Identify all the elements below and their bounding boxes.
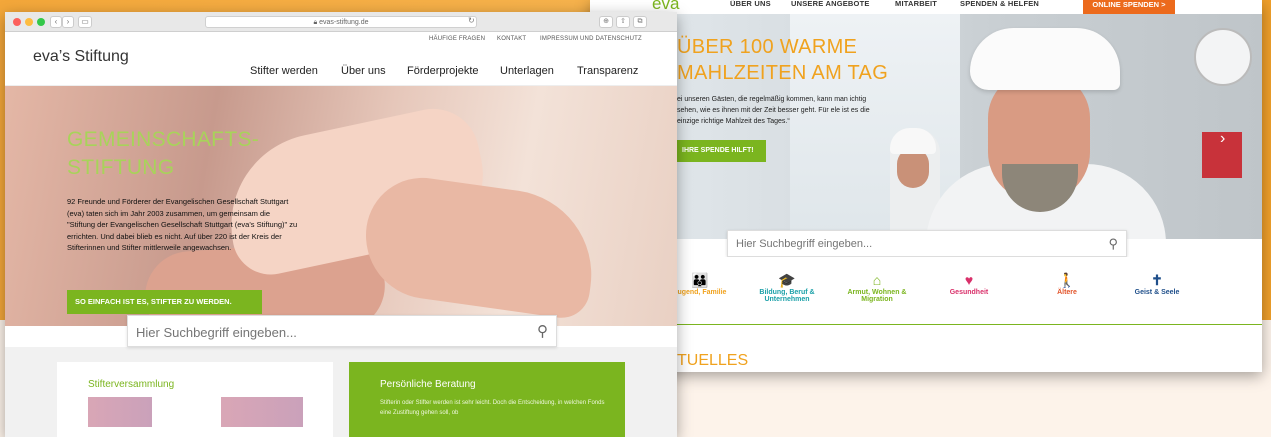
category-label: Gesundheit [949,289,989,296]
heart-icon: ♥ [964,272,974,288]
right-hero-title-line2: MAHLZEITEN AM TAG [677,62,889,84]
download-icon[interactable]: ⊕ [599,16,613,28]
category-bildung[interactable]: 🎓 Bildung, Beruf & Unternehmen [742,271,832,303]
right-hero-title-line1: ÜBER 100 WARME [677,36,858,58]
hero-image-hands: GEMEINSCHAFTS- STIFTUNG 92 Freunde und F… [5,86,677,326]
url-text: evas-stiftung.de [319,19,369,26]
reload-icon[interactable]: ↻ [468,16,475,25]
back-arrow-icon[interactable]: ‹ [50,16,62,28]
card-persoenliche-beratung[interactable]: Persönliche Beratung Stifterin oder Stif… [349,362,625,437]
right-top-navigation: eva ÜBER UNS UNSERE ANGEBOTE MITARBEIT S… [590,0,1262,14]
nav-unsere-angebote[interactable]: UNSERE ANGEBOTE [791,0,870,8]
nav-mitarbeit[interactable]: MITARBEIT [895,0,937,8]
aktuelles-heading: TUELLES [677,352,749,369]
online-spenden-button[interactable]: ONLINE SPENDEN > [1083,0,1175,14]
photo-thumbnail [221,397,303,427]
slider-next-arrow-icon[interactable]: › [1220,130,1225,148]
category-armut[interactable]: ⌂ Armut, Wohnen & Migration [832,271,922,303]
card-title: Persönliche Beratung [380,379,476,390]
nav-ueber-uns[interactable]: ÜBER UNS [730,0,771,8]
left-search-box: ⚲ [127,315,557,347]
search-icon[interactable]: ⚲ [1108,236,1118,252]
wall-clock [1194,28,1252,86]
graduation-cap-icon: 🎓 [778,272,796,288]
right-hero-text: ei unseren Gästen, die regelmäßig kommen… [677,96,870,125]
right-website-window: › eva ÜBER UNS UNSERE ANGEBOTE MITARBEIT… [590,0,1262,372]
card-title: Stifterversammlung [88,379,175,390]
background-cook-cap [890,128,936,154]
nav-spenden-helfen[interactable]: SPENDEN & HELFEN [960,0,1039,8]
nav-foerderprojekte[interactable]: Förderprojekte [407,65,479,77]
category-label: Armut, Wohnen & Migration [847,289,907,303]
search-icon[interactable]: ⚲ [537,322,548,340]
evas-stiftung-logo[interactable]: eva’s Stiftung [33,48,129,66]
content-section: Stifterversammlung Persönliche Beratung … [5,347,677,437]
nav-transparenz[interactable]: Transparenz [577,65,638,77]
cross-icon: ✝ [1151,272,1163,288]
category-aeltere[interactable]: 🚶 Ältere [1022,271,1112,296]
category-bar: 👪 Jugend, Familie 🎓 Bildung, Beruf & Unt… [590,257,1262,325]
lock-icon: 🔒︎ [313,19,318,26]
left-hero-text: 92 Freunde und Förderer der Evangelische… [67,197,298,253]
left-browser-window: ‹ › ▭ 🔒︎ evas-stiftung.de ↻ ⊕ ⇧ ⧉ eva’s … [5,12,677,437]
walking-person-icon: 🚶 [1058,272,1076,288]
left-hero-title: GEMEINSCHAFTS- STIFTUNG [67,126,259,182]
category-label: Bildung, Beruf & Unternehmen [759,289,815,303]
address-bar[interactable]: 🔒︎ evas-stiftung.de [205,16,477,28]
close-window-button[interactable] [13,18,21,26]
left-hero-title-line2: STIFTUNG [67,156,175,179]
category-geist-seele[interactable]: ✝ Geist & Seele [1112,271,1202,296]
forward-arrow-icon[interactable]: › [62,16,74,28]
link-kontakt[interactable]: KONTAKT [497,36,526,42]
right-search-input[interactable] [736,236,1096,252]
sidebar-icon[interactable]: ▭ [78,16,92,28]
ihre-spende-hilft-button[interactable]: IHRE SPENDE HILFT! [676,140,766,162]
maximize-window-button[interactable] [37,18,45,26]
card-stifterversammlung[interactable]: Stifterversammlung [57,362,333,437]
cook-cap [970,28,1120,90]
link-haeufige-fragen[interactable]: HÄUFIGE FRAGEN [429,36,485,42]
browser-toolbar: ‹ › ▭ 🔒︎ evas-stiftung.de ↻ ⊕ ⇧ ⧉ [5,12,677,32]
right-hero-title: ÜBER 100 WARME MAHLZEITEN AM TAG [677,34,888,86]
stifter-werden-button[interactable]: SO EINFACH IST ES, STIFTER ZU WERDEN. [67,290,262,314]
nav-ueber-uns[interactable]: Über uns [341,65,386,77]
minimize-window-button[interactable] [25,18,33,26]
site-header: eva’s Stiftung HÄUFIGE FRAGEN KONTAKT IM… [5,32,677,86]
share-icon[interactable]: ⇧ [616,16,630,28]
category-label: Ältere [1057,289,1077,296]
house-icon: ⌂ [872,272,882,288]
left-search-input[interactable] [136,323,516,341]
nav-stifter-werden[interactable]: Stifter werden [250,65,318,77]
photo-thumbnail [88,397,152,427]
right-search-box: ⚲ [727,230,1127,257]
tabs-icon[interactable]: ⧉ [633,16,647,28]
category-label: Jugend, Familie [673,289,727,296]
category-label: Geist & Seele [1134,289,1180,296]
nav-unterlagen[interactable]: Unterlagen [500,65,554,77]
card-text: Stifterin oder Stifter werden ist sehr l… [380,400,605,416]
left-hero-title-line1: GEMEINSCHAFTS- [67,128,260,151]
hand-shape [357,170,603,322]
background-cook-face [897,148,929,188]
category-gesundheit[interactable]: ♥ Gesundheit [924,271,1014,296]
link-impressum[interactable]: IMPRESSUM UND DATENSCHUTZ [540,36,642,42]
